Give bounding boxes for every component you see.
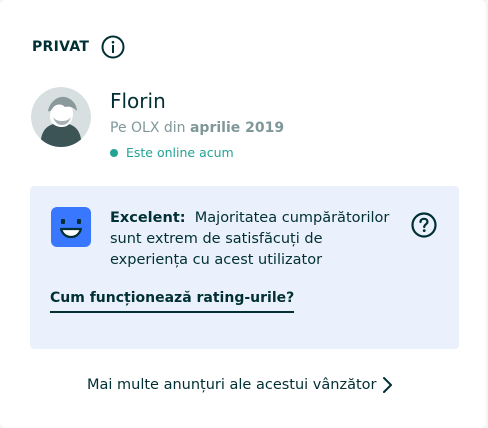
seller-header: PRIVAT <box>32 35 125 59</box>
online-dot-icon <box>110 148 118 157</box>
avatar[interactable] <box>31 87 91 147</box>
how-ratings-work-link[interactable]: Cum funcționează rating-urile? <box>50 290 295 313</box>
seller-name: Florin <box>110 89 166 113</box>
info-icon[interactable] <box>101 35 125 59</box>
online-status: Este online acum <box>110 145 234 160</box>
chevron-right-icon <box>382 375 394 395</box>
account-type-label: PRIVAT <box>32 39 90 55</box>
member-since-prefix: Pe OLX din <box>110 120 186 136</box>
member-since: Pe OLX din aprilie 2019 <box>110 120 284 136</box>
rating-label: Excelent: <box>110 210 186 226</box>
seller-card: PRIVAT Florin Pe OLX din aprilie 2019 Es… <box>0 0 486 428</box>
online-status-text: Este online acum <box>126 145 234 160</box>
rating-box: Excelent: Majoritatea cumpărătorilor sun… <box>30 186 459 349</box>
question-circle-icon[interactable] <box>411 212 437 238</box>
rating-description: Excelent: Majoritatea cumpărătorilor sun… <box>110 208 400 271</box>
more-ads-text: Mai multe anunțuri ale acestui vânzător <box>87 377 377 393</box>
more-ads-link[interactable]: Mai multe anunțuri ale acestui vânzător <box>87 375 394 395</box>
smiley-face-icon <box>51 207 91 247</box>
member-since-date: aprilie 2019 <box>189 120 285 136</box>
